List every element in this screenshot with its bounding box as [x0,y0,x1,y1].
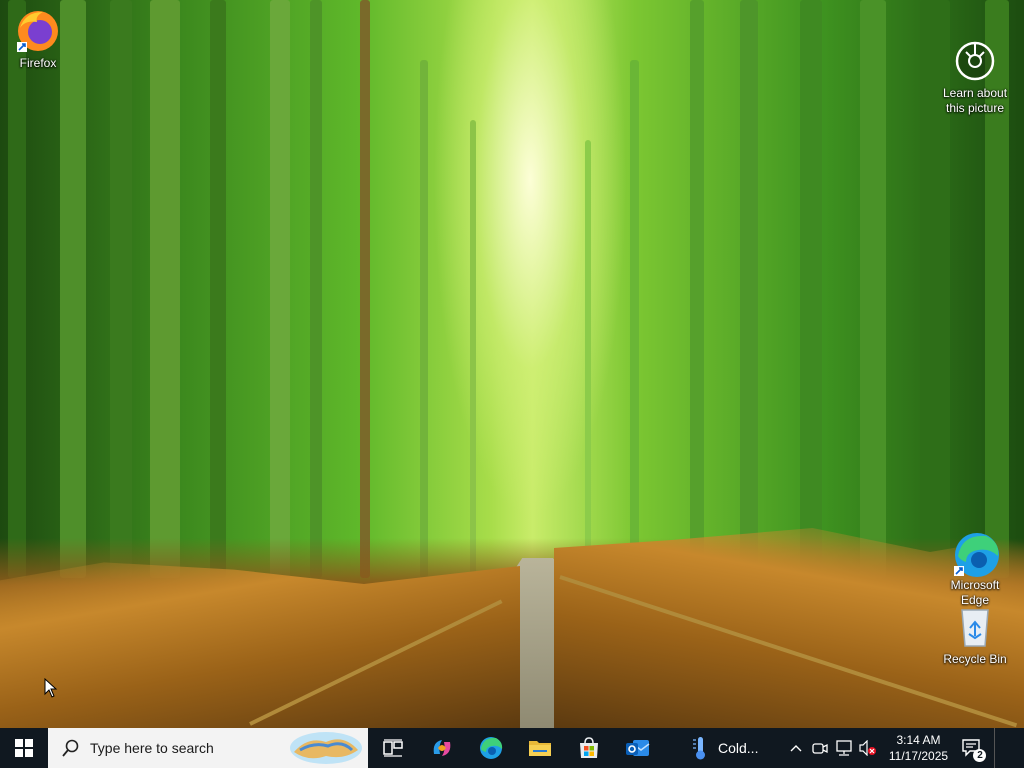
thermometer-icon [693,737,705,760]
notification-badge: 2 [973,749,987,762]
volume-button[interactable] [856,728,880,768]
camera-icon [952,23,998,81]
windows-logo-icon [15,739,33,757]
network-button[interactable] [832,728,856,768]
outlook-button[interactable] [613,728,662,768]
edge-icon [479,737,502,759]
outlook-icon [625,740,649,756]
weather-text: Cold... [718,740,759,756]
mouse-cursor-icon [44,677,58,703]
search-icon [62,739,79,757]
desktop-icon-label: Recycle Bin [943,652,1007,666]
volume-muted-icon [859,740,877,756]
search-placeholder: Type here to search [90,740,214,756]
folder-icon [528,741,551,756]
desktop-wallpaper: Firefox Learn about this picture Microso… [0,0,1024,728]
start-button[interactable] [0,728,48,768]
clock-time: 3:14 AM [896,733,941,747]
taskbar: Type here to search Cold... 3:14 AM 11/1… [0,728,1024,768]
microsoft-store-button[interactable] [564,728,613,768]
system-tray: 3:14 AM 11/17/2025 2 [784,728,1001,768]
copilot-icon [433,740,450,756]
desktop-icon-learn-about-picture[interactable]: Learn about this picture [935,8,1015,131]
file-explorer-button[interactable] [515,728,564,768]
task-view-icon [382,739,403,757]
clock[interactable]: 3:14 AM 11/17/2025 [882,732,954,764]
webcam-icon [812,743,829,754]
taskbar-edge-button[interactable] [466,728,515,768]
grass-left [0,562,520,728]
clock-date: 11/17/2025 [888,749,949,763]
search-highlight-icon [290,732,362,764]
notification-center-button[interactable]: 2 [954,728,990,768]
desktop-icon-label: Learn about this picture [942,86,1008,115]
weather-widget[interactable]: Cold... [692,735,758,761]
show-hidden-icons-button[interactable] [784,728,808,768]
show-desktop-button[interactable] [994,728,1001,768]
network-icon [836,740,853,756]
chevron-up-icon [790,745,802,752]
store-icon [579,737,598,758]
desktop-icon-firefox[interactable]: Firefox [0,8,78,71]
recycle-bin-icon [952,604,998,650]
task-view-button[interactable] [368,728,417,768]
desktop-icon-label: Firefox [19,56,57,70]
copilot-button[interactable] [417,728,466,768]
edge-icon [952,515,999,577]
desktop-icon-recycle-bin[interactable]: Recycle Bin [935,604,1015,667]
search-box[interactable]: Type here to search [48,728,368,768]
meet-now-button[interactable] [808,728,832,768]
firefox-icon [15,8,61,54]
